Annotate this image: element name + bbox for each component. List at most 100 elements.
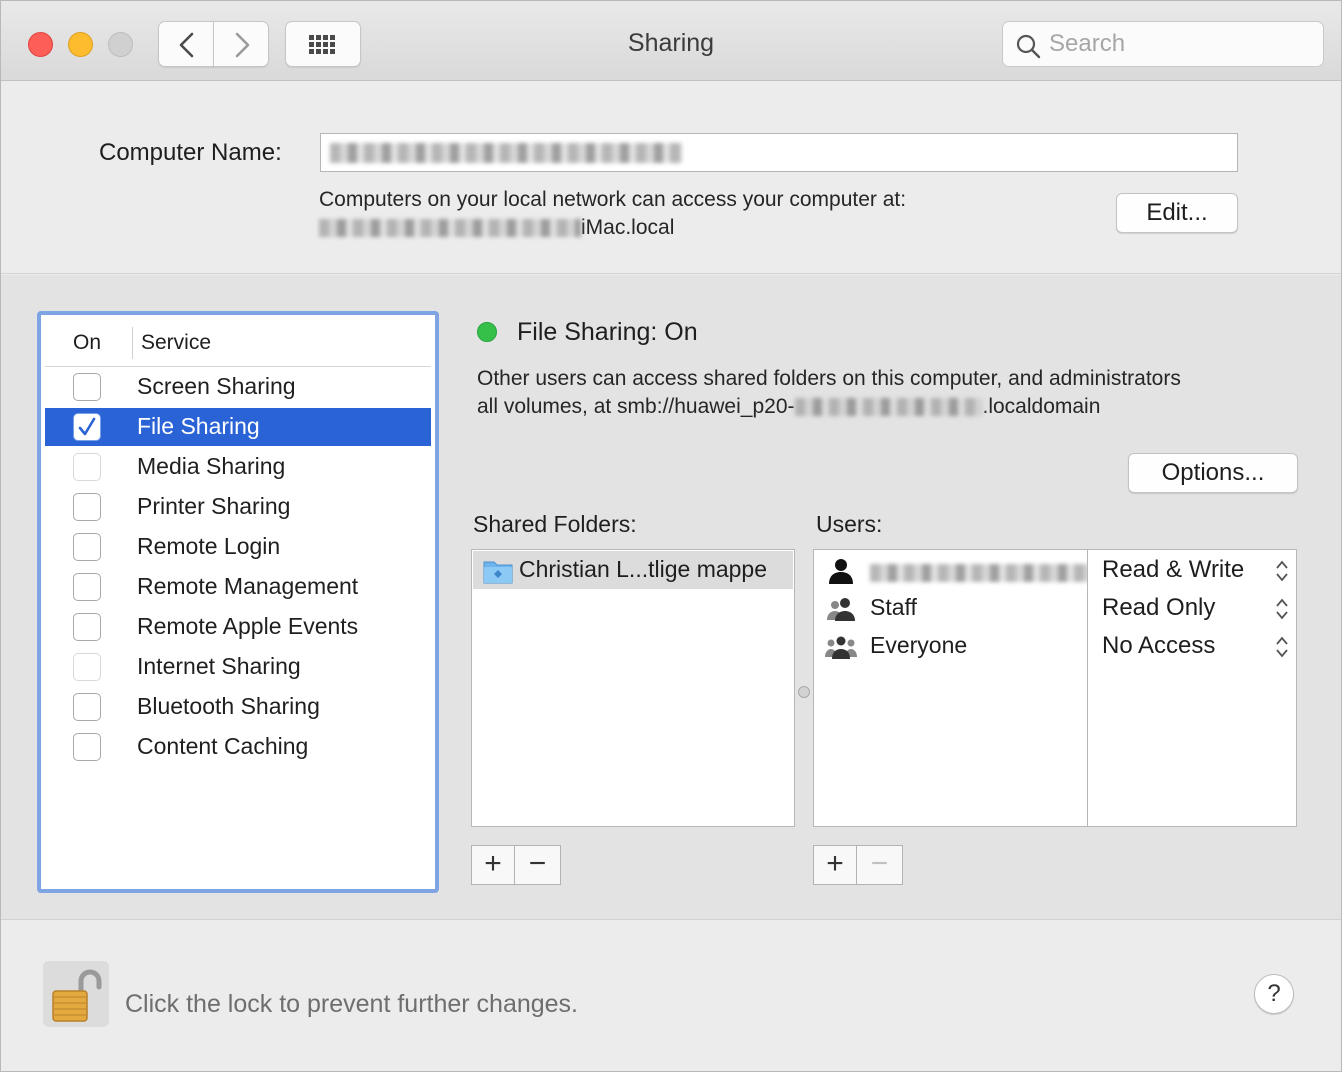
user-name: Everyone (870, 632, 968, 658)
redacted-computer-name (330, 143, 682, 163)
permission-value: Read & Write (1102, 556, 1245, 583)
service-row-media-sharing[interactable]: Media Sharing (45, 448, 431, 486)
grid-icon (309, 35, 335, 54)
everyone-icon (825, 636, 857, 659)
service-row-content-caching[interactable]: Content Caching (45, 728, 431, 766)
computer-name-section: Computer Name: Computers on your local n… (1, 82, 1341, 274)
computer-name-field[interactable] (320, 133, 1238, 172)
add-folder-button[interactable]: + (472, 846, 515, 884)
search-placeholder: Search (1049, 30, 1126, 57)
shared-folders-label: Shared Folders: (473, 511, 637, 537)
service-row-remote-login[interactable]: Remote Login (45, 528, 431, 566)
permissions-list[interactable]: Read & Write Read Only No Access (1087, 549, 1297, 827)
updown-chevron-icon (1276, 560, 1288, 582)
sharing-services-section: On Service Screen Sharing File Sharing M… (1, 275, 1341, 920)
service-checkbox[interactable] (73, 413, 101, 441)
permission-value: No Access (1102, 632, 1216, 659)
service-label: Internet Sharing (137, 653, 301, 679)
minimize-window-button[interactable] (68, 32, 93, 57)
checkmark-icon (78, 417, 96, 436)
service-checkbox[interactable] (73, 693, 101, 721)
service-label: Remote Management (137, 573, 359, 599)
group-icon (827, 598, 855, 621)
remove-user-button[interactable]: − (858, 846, 901, 884)
service-checkbox[interactable] (73, 373, 101, 401)
service-row-bluetooth-sharing[interactable]: Bluetooth Sharing (45, 688, 431, 726)
column-header-on[interactable]: On (73, 331, 101, 355)
column-header-service[interactable]: Service (141, 331, 211, 355)
users-list[interactable]: Staff Everyone (813, 549, 1092, 827)
title-bar: Sharing Search (1, 1, 1341, 81)
service-label: Printer Sharing (137, 493, 291, 519)
zoom-window-button[interactable] (108, 32, 133, 57)
search-field[interactable]: Search (1002, 21, 1324, 67)
service-row-internet-sharing[interactable]: Internet Sharing (45, 648, 431, 686)
permission-value: Read Only (1102, 594, 1216, 621)
redacted-hostname (319, 219, 581, 238)
service-label: Bluetooth Sharing (137, 693, 320, 719)
forward-button[interactable] (213, 21, 269, 67)
service-label: Content Caching (137, 733, 309, 759)
sharing-window: Sharing Search Computer Name: Computers … (0, 0, 1342, 1072)
service-address-prefix: all volumes, at smb://huawei_p20- (477, 395, 795, 418)
user-name: Staff (870, 594, 917, 620)
users-controls: + − (813, 845, 903, 885)
updown-chevron-icon (1276, 636, 1288, 658)
service-row-remote-apple-events[interactable]: Remote Apple Events (45, 608, 431, 646)
unlocked-lock-icon (52, 969, 102, 1022)
service-list-header: On Service (45, 319, 431, 367)
redacted-user-name (870, 564, 1092, 582)
permission-popup[interactable]: No Access (1100, 630, 1296, 664)
lock-button[interactable] (43, 961, 109, 1027)
permission-popup[interactable]: Read Only (1100, 592, 1296, 626)
service-label: Screen Sharing (137, 373, 296, 399)
search-icon (1016, 34, 1041, 59)
remove-folder-button[interactable]: − (516, 846, 559, 884)
service-status: File Sharing: On (517, 318, 698, 346)
column-divider (132, 327, 133, 359)
service-address-suffix: .localdomain (982, 395, 1101, 418)
network-access-info: Computers on your local network can acce… (319, 188, 907, 211)
shared-folders-list[interactable]: Christian L...tlige mappe (471, 549, 795, 827)
service-row-file-sharing[interactable]: File Sharing (45, 408, 431, 446)
permission-popup[interactable]: Read & Write (1100, 554, 1296, 588)
service-checkbox[interactable] (73, 493, 101, 521)
service-checkbox[interactable] (73, 573, 101, 601)
service-checkbox[interactable] (73, 453, 101, 481)
edit-hostname-button[interactable]: Edit... (1116, 193, 1238, 233)
service-address: all volumes, at smb://huawei_p20- .locald… (477, 395, 1100, 419)
service-checkbox[interactable] (73, 733, 101, 761)
footer: Click the lock to prevent further change… (1, 921, 1341, 1071)
service-list[interactable]: On Service Screen Sharing File Sharing M… (37, 311, 439, 893)
service-row-remote-management[interactable]: Remote Management (45, 568, 431, 606)
shared-folder-name: Christian L...tlige mappe (519, 556, 768, 582)
shared-folders-controls: + − (471, 845, 561, 885)
options-button[interactable]: Options... (1128, 453, 1298, 493)
window-title: Sharing (627, 29, 715, 57)
users-label: Users: (816, 511, 883, 537)
service-label: Remote Login (137, 533, 281, 559)
back-button[interactable] (158, 21, 214, 67)
service-row-screen-sharing[interactable]: Screen Sharing (45, 368, 431, 406)
service-checkbox[interactable] (73, 613, 101, 641)
lock-status-text: Click the lock to prevent further change… (125, 990, 579, 1018)
show-all-button[interactable] (285, 21, 361, 67)
list-item[interactable]: Christian L...tlige mappe (473, 551, 793, 589)
local-hostname-suffix: iMac.local (581, 216, 675, 239)
service-checkbox[interactable] (73, 653, 101, 681)
person-icon (829, 559, 853, 584)
close-window-button[interactable] (28, 32, 53, 57)
chevron-left-icon (179, 32, 194, 58)
folder-icon (483, 561, 513, 584)
chevron-right-icon (235, 32, 250, 58)
computer-name-label: Computer Name: (99, 139, 282, 166)
local-hostname: iMac.local (319, 216, 674, 240)
status-indicator (477, 322, 497, 342)
help-button[interactable]: ? (1254, 974, 1294, 1014)
service-label: Media Sharing (137, 453, 286, 479)
service-checkbox[interactable] (73, 533, 101, 561)
service-row-printer-sharing[interactable]: Printer Sharing (45, 488, 431, 526)
redacted-address (794, 398, 983, 417)
split-view-handle[interactable] (798, 686, 810, 698)
add-user-button[interactable]: + (814, 846, 857, 884)
